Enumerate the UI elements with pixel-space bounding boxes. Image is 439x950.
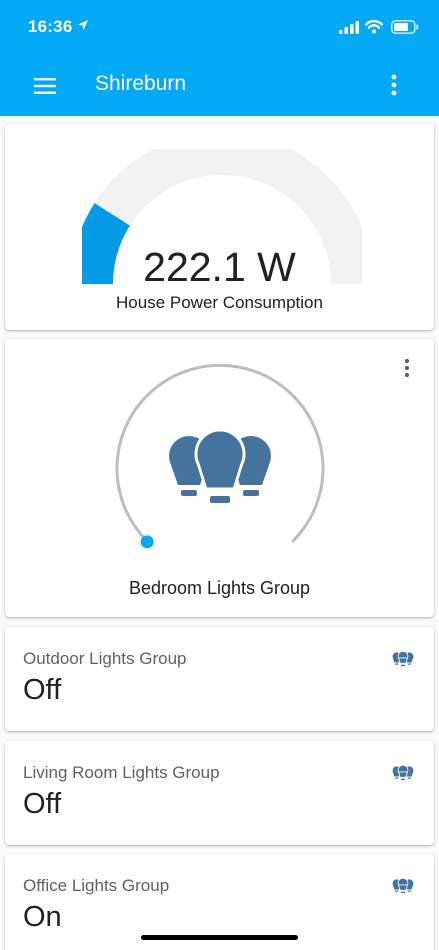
entity-name: Living Room Lights Group: [23, 763, 220, 782]
light-card[interactable]: Bedroom Lights Group: [5, 339, 434, 617]
lightbulb-group-icon: [392, 765, 414, 781]
page-title: Shireburn: [95, 72, 187, 95]
location-arrow-icon: [78, 20, 88, 30]
more-vert-icon: [404, 358, 410, 378]
lightbulb-group-icon: [392, 878, 414, 894]
power-name: House Power Consumption: [116, 293, 323, 312]
wifi-icon: [365, 19, 383, 34]
status-bar: 16:36: [0, 0, 439, 56]
brightness-handle[interactable]: [140, 535, 154, 549]
more-options-button[interactable]: [384, 72, 404, 98]
entity-name: Outdoor Lights Group: [23, 649, 187, 668]
entity-state: Off: [23, 788, 62, 820]
entity-name: Office Lights Group: [23, 876, 170, 895]
entity-card-living-room[interactable]: Living Room Lights Group Off: [5, 741, 434, 845]
entity-state: On: [23, 901, 62, 933]
lightbulb-group-icon: [392, 651, 414, 667]
cellular-signal-icon: [339, 21, 359, 34]
entity-state: Off: [23, 674, 62, 706]
power-gauge-card[interactable]: 222.1 W House Power Consumption: [5, 124, 434, 330]
power-value: 222.1 W: [143, 244, 296, 290]
battery-icon: [391, 20, 419, 34]
lightbulb-group-icon: [169, 429, 271, 503]
status-time: 16:36: [28, 17, 73, 36]
app-header: 16:36 Shireburn: [0, 0, 439, 116]
entity-card-outdoor[interactable]: Outdoor Lights Group Off: [5, 627, 434, 731]
light-name: Bedroom Lights Group: [128, 578, 311, 598]
menu-icon: [34, 78, 56, 94]
more-vert-icon: [391, 74, 397, 96]
home-indicator[interactable]: [141, 935, 298, 940]
light-more-button[interactable]: [399, 357, 415, 379]
menu-button[interactable]: [30, 73, 60, 97]
